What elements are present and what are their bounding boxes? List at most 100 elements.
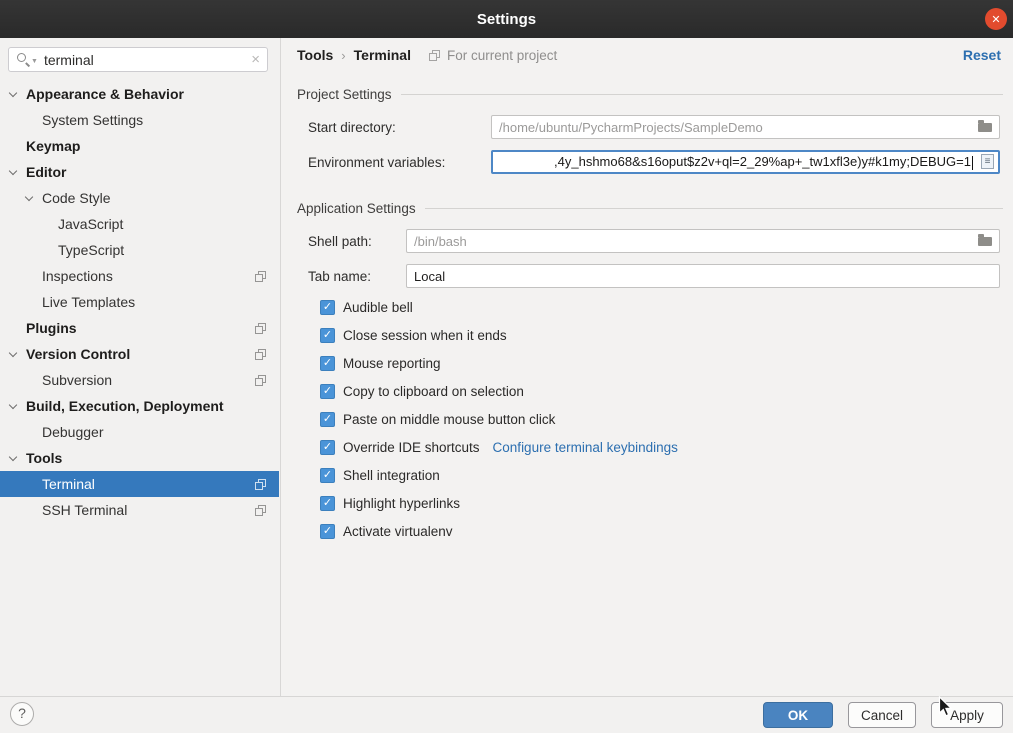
tab-name-field[interactable]: Local: [406, 264, 1000, 288]
checkbox-mouse-reporting[interactable]: ✓ Mouse reporting: [281, 349, 1013, 377]
copy-icon: [255, 375, 266, 386]
checkbox-checked-icon[interactable]: ✓: [320, 384, 335, 399]
sidebar-item-debugger[interactable]: Debugger: [0, 419, 279, 445]
sidebar-item-typescript[interactable]: TypeScript: [0, 237, 279, 263]
sidebar-item-label: System Settings: [42, 112, 143, 128]
start-directory-label: Start directory:: [308, 120, 491, 135]
search-value: terminal: [44, 52, 251, 68]
checkbox-checked-icon[interactable]: ✓: [320, 468, 335, 483]
settings-dialog: Settings ✕ ▼ terminal × Appearance & Beh…: [0, 0, 1013, 733]
shell-path-field[interactable]: /bin/bash: [406, 229, 1000, 253]
close-icon[interactable]: ✕: [985, 8, 1007, 30]
chevron-down-icon[interactable]: [25, 194, 34, 203]
checkbox-checked-icon[interactable]: ✓: [320, 524, 335, 539]
sidebar-item-inspections[interactable]: Inspections: [0, 263, 279, 289]
checkbox-audible-bell[interactable]: ✓ Audible bell: [281, 293, 1013, 321]
start-directory-field[interactable]: /home/ubuntu/PycharmProjects/SampleDemo: [491, 115, 1000, 139]
sidebar-item-label: Plugins: [26, 320, 77, 336]
chevron-down-icon[interactable]: [9, 350, 18, 359]
checkbox-shell-integration[interactable]: ✓ Shell integration: [281, 461, 1013, 489]
sidebar-item-plugins[interactable]: Plugins: [0, 315, 279, 341]
browse-folder-icon[interactable]: [978, 123, 992, 132]
text-caret: [972, 156, 973, 170]
sidebar-item-terminal[interactable]: Terminal: [0, 471, 279, 497]
settings-sidebar: ▼ terminal × Appearance & Behavior Syste…: [0, 38, 281, 697]
terminal-options: ✓ Audible bell ✓ Close session when it e…: [281, 293, 1013, 545]
ok-button[interactable]: OK: [763, 702, 833, 728]
checkbox-override-ide-shortcuts[interactable]: ✓ Override IDE shortcuts Configure termi…: [281, 433, 1013, 461]
breadcrumb-section[interactable]: Tools: [297, 47, 333, 63]
sidebar-item-label: Code Style: [42, 190, 110, 206]
sidebar-item-label: Subversion: [42, 372, 112, 388]
chevron-down-icon[interactable]: [9, 454, 18, 463]
sidebar-item-version-control[interactable]: Version Control: [0, 341, 279, 367]
checkbox-checked-icon[interactable]: ✓: [320, 440, 335, 455]
breadcrumb-separator: ›: [341, 48, 345, 63]
chevron-down-icon[interactable]: [9, 402, 18, 411]
sidebar-item-keymap[interactable]: Keymap: [0, 133, 279, 159]
footer-buttons: OK Cancel Apply: [763, 702, 1003, 728]
titlebar[interactable]: Settings ✕: [0, 0, 1013, 38]
application-settings-header: Application Settings: [297, 198, 1003, 218]
copy-icon: [255, 271, 266, 282]
search-history-arrow-icon: ▼: [31, 58, 38, 65]
checkbox-label: Close session when it ends: [343, 328, 507, 343]
sidebar-item-label: TypeScript: [58, 242, 124, 258]
sidebar-item-label: Live Templates: [42, 294, 135, 310]
section-title: Project Settings: [297, 87, 392, 102]
sidebar-item-build-execution-deployment[interactable]: Build, Execution, Deployment: [0, 393, 279, 419]
checkbox-close-session[interactable]: ✓ Close session when it ends: [281, 321, 1013, 349]
checkbox-checked-icon[interactable]: ✓: [320, 300, 335, 315]
copy-icon: [255, 349, 266, 360]
configure-keybindings-link[interactable]: Configure terminal keybindings: [493, 440, 678, 455]
clear-search-icon[interactable]: ×: [251, 51, 260, 68]
chevron-down-icon[interactable]: [9, 168, 18, 177]
sidebar-item-label: Terminal: [42, 476, 95, 492]
apply-button[interactable]: Apply: [931, 702, 1003, 728]
window-title: Settings: [477, 11, 536, 28]
checkbox-checked-icon[interactable]: ✓: [320, 328, 335, 343]
checkbox-activate-virtualenv[interactable]: ✓ Activate virtualenv: [281, 517, 1013, 545]
shell-path-row: Shell path: /bin/bash: [308, 229, 1000, 253]
section-divider: [425, 208, 1003, 209]
checkbox-checked-icon[interactable]: ✓: [320, 496, 335, 511]
checkbox-paste-middle-mouse[interactable]: ✓ Paste on middle mouse button click: [281, 405, 1013, 433]
browse-folder-icon[interactable]: [978, 237, 992, 246]
checkbox-checked-icon[interactable]: ✓: [320, 412, 335, 427]
sidebar-item-tools[interactable]: Tools: [0, 445, 279, 471]
checkbox-copy-to-clipboard[interactable]: ✓ Copy to clipboard on selection: [281, 377, 1013, 405]
sidebar-item-label: Inspections: [42, 268, 113, 284]
section-title: Application Settings: [297, 201, 416, 216]
sidebar-item-appearance-behavior[interactable]: Appearance & Behavior: [0, 81, 279, 107]
environment-variables-field[interactable]: ,4y_hshmo68&s16oput$z2v+ql=2_29%ap+_tw1x…: [491, 150, 1000, 174]
help-button[interactable]: ?: [10, 702, 34, 726]
search-input[interactable]: ▼ terminal ×: [8, 47, 268, 72]
checkbox-label: Activate virtualenv: [343, 524, 453, 539]
sidebar-item-code-style[interactable]: Code Style: [0, 185, 279, 211]
chevron-down-icon[interactable]: [9, 90, 18, 99]
sidebar-item-system-settings[interactable]: System Settings: [0, 107, 279, 133]
project-scope-icon: [429, 50, 440, 61]
tab-name-value: Local: [414, 269, 445, 284]
sidebar-item-editor[interactable]: Editor: [0, 159, 279, 185]
checkbox-label: Paste on middle mouse button click: [343, 412, 555, 427]
env-variables-browse-icon[interactable]: ≡: [981, 154, 994, 169]
sidebar-item-live-templates[interactable]: Live Templates: [0, 289, 279, 315]
tab-name-label: Tab name:: [308, 269, 406, 284]
sidebar-item-label: Keymap: [26, 138, 80, 154]
start-directory-row: Start directory: /home/ubuntu/PycharmPro…: [308, 115, 1000, 139]
copy-icon: [255, 323, 266, 334]
sidebar-item-javascript[interactable]: JavaScript: [0, 211, 279, 237]
cancel-button[interactable]: Cancel: [848, 702, 916, 728]
sidebar-item-subversion[interactable]: Subversion: [0, 367, 279, 393]
sidebar-item-label: Build, Execution, Deployment: [26, 398, 224, 414]
sidebar-item-ssh-terminal[interactable]: SSH Terminal: [0, 497, 279, 523]
environment-variables-value: ,4y_hshmo68&s16oput$z2v+ql=2_29%ap+_tw1x…: [554, 152, 973, 172]
checkbox-checked-icon[interactable]: ✓: [320, 356, 335, 371]
settings-tree: Appearance & Behavior System Settings Ke…: [0, 81, 279, 523]
environment-variables-row: Environment variables: ,4y_hshmo68&s16op…: [308, 150, 1000, 174]
checkbox-highlight-hyperlinks[interactable]: ✓ Highlight hyperlinks: [281, 489, 1013, 517]
reset-link[interactable]: Reset: [963, 47, 1001, 63]
copy-icon: [255, 479, 266, 490]
sidebar-item-label: Tools: [26, 450, 62, 466]
